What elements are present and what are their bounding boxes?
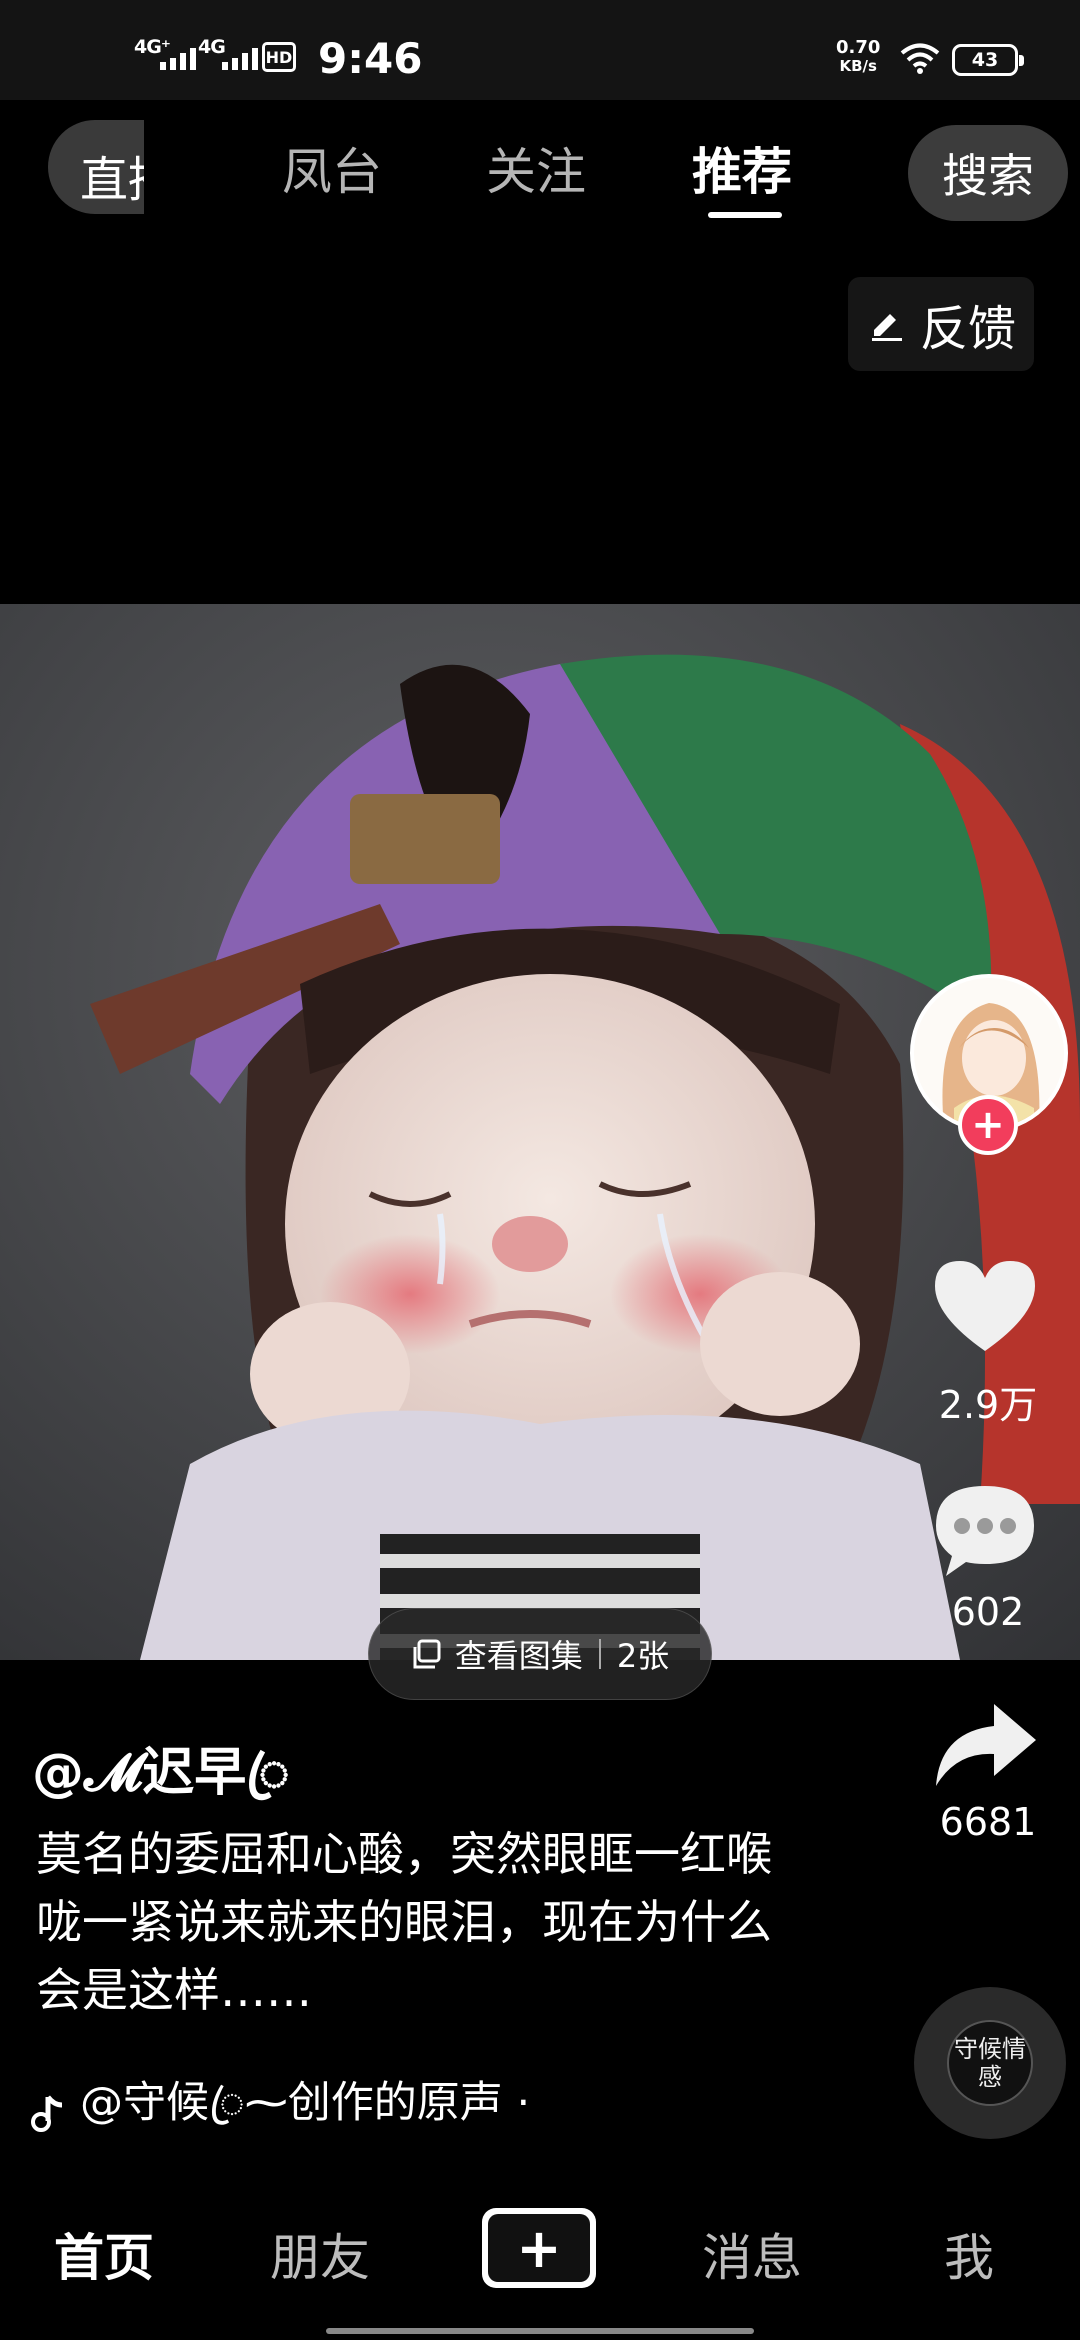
music-title: @守候ꦿ⁓创作的原声 · <box>80 2078 531 2128</box>
nav-home[interactable]: 首页 <box>54 2218 154 2290</box>
status-bar: 4G⁺ 4G HD 9:46 0.70 KB/s 43 <box>0 0 1080 100</box>
tab-recommended[interactable]: 推荐 <box>692 132 792 204</box>
music-disc-label: 守候情感 <box>947 2020 1033 2106</box>
create-button[interactable]: + <box>476 2208 602 2288</box>
home-indicator[interactable] <box>326 2328 754 2334</box>
nav-friends[interactable]: 朋友 <box>270 2218 370 2290</box>
search-button-label: 搜索 <box>942 149 1034 203</box>
tab-local[interactable]: 凤台 <box>282 132 382 204</box>
crying-doll-photo <box>0 604 1080 1660</box>
signal-strength-icon-2 <box>222 48 258 70</box>
clock: 9:46 <box>318 34 423 83</box>
comment-icon[interactable] <box>930 1480 1040 1580</box>
view-gallery-label: 查看图集 <box>454 1637 583 1675</box>
divider <box>598 1639 601 1669</box>
bottom-navigation: 首页 朋友 + 消息 我 <box>0 2180 1080 2340</box>
active-tab-indicator <box>708 212 782 218</box>
feedback-button[interactable]: 反馈 <box>848 277 1034 371</box>
comment-count: 602 <box>951 1590 1025 1634</box>
post-description[interactable]: 莫名的委屈和心酸，突然眼眶一红喉咙一紧说来就来的眼泪，现在为什么会是这样…… <box>36 1820 776 2024</box>
network-speed-value: 0.70 <box>836 37 881 58</box>
network-label-2: 4G <box>198 36 226 58</box>
post-image[interactable] <box>0 604 1080 1660</box>
wifi-icon <box>900 43 940 74</box>
share-arrow-icon[interactable] <box>930 1700 1040 1790</box>
network-speed: 0.70 KB/s <box>836 38 880 76</box>
pencil-icon <box>871 314 902 341</box>
feedback-label: 反馈 <box>919 301 1016 357</box>
nav-messages[interactable]: 消息 <box>702 2218 802 2290</box>
follow-button[interactable]: + <box>958 1095 1018 1155</box>
like-heart-icon[interactable] <box>930 1256 1040 1356</box>
plus-icon: + <box>971 1102 1005 1148</box>
share-count: 6681 <box>939 1800 1037 1844</box>
gallery-count: 2张 <box>616 1637 670 1675</box>
tab-live-label: 直播 <box>80 152 144 208</box>
nav-me[interactable]: 我 <box>944 2218 994 2290</box>
create-plus-icon: + <box>488 2214 590 2282</box>
signal-strength-icon <box>160 48 196 70</box>
network-speed-unit: KB/s <box>839 57 877 75</box>
gallery-icon <box>413 1639 441 1669</box>
hd-voice-badge: HD <box>262 42 296 72</box>
music-info[interactable]: @守候ꦿ⁓创作的原声 · <box>30 2068 530 2157</box>
like-count: 2.9万 <box>938 1383 1038 1427</box>
music-note-icon <box>31 2094 63 2132</box>
battery-level: 43 <box>971 49 999 71</box>
music-disc[interactable]: 守候情感 <box>914 1987 1066 2139</box>
view-gallery-button[interactable]: 查看图集 2张 <box>368 1608 712 1700</box>
search-button[interactable]: 搜索 <box>908 125 1068 221</box>
battery-indicator: 43 <box>952 44 1024 76</box>
tab-following[interactable]: 关注 <box>486 132 586 204</box>
tab-live[interactable]: 直播 <box>48 120 144 214</box>
